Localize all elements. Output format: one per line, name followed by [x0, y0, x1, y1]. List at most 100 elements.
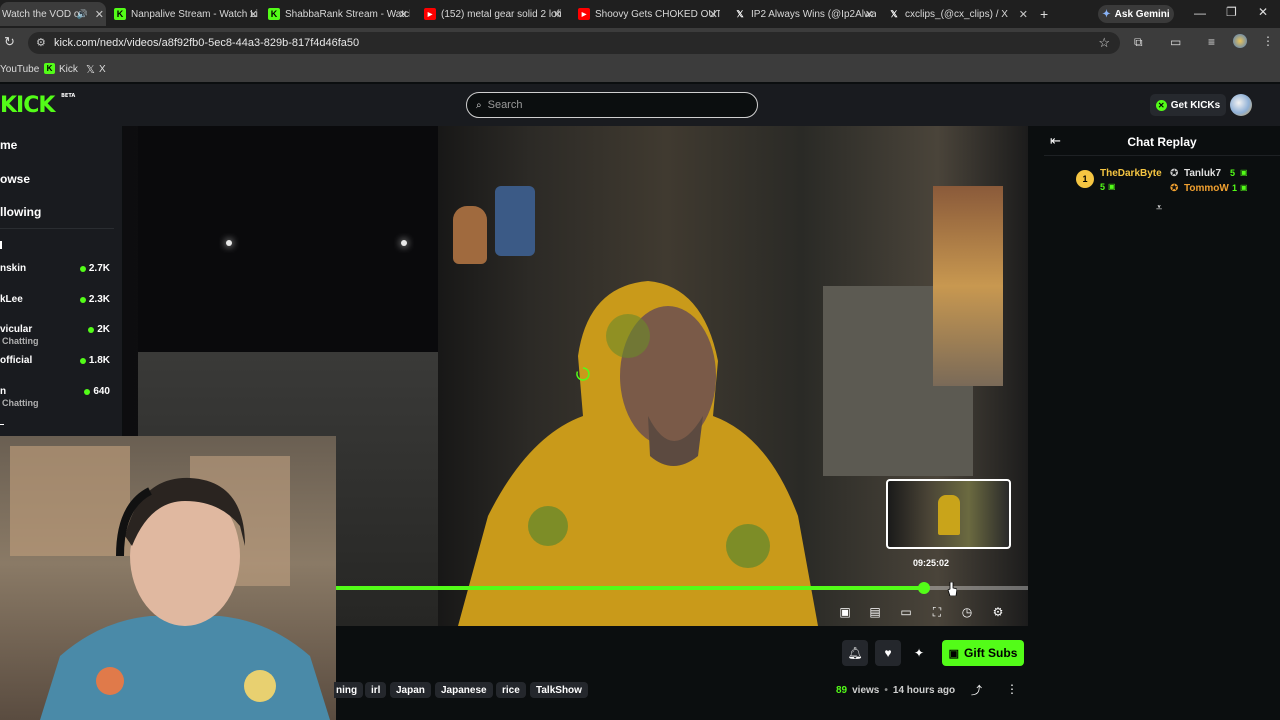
plush-toy [453, 206, 487, 264]
sidebar-item-home[interactable]: me [0, 138, 17, 152]
gift-subs-button[interactable]: ▣ Gift Subs [942, 640, 1024, 666]
views-label: views [852, 684, 880, 696]
media-controls-icon[interactable]: ≡ [1208, 35, 1215, 49]
youtube-favicon-icon: ▶ [578, 8, 590, 20]
expand-leaderboard-icon[interactable]: ⩡ [1156, 202, 1162, 215]
video-meta: 89 views • 14 hours ago [836, 682, 955, 698]
chat-title: Chat Replay [1127, 135, 1197, 149]
live-dot-icon [88, 326, 95, 333]
search-icon: ⌕ [476, 99, 482, 111]
kick-favicon-icon: K [268, 8, 280, 20]
bookmark-star-icon[interactable]: ☆ [1098, 35, 1110, 51]
gift-icon: ▣ [948, 647, 960, 660]
ask-gemini-label: Ask Gemini [1114, 8, 1170, 20]
speed-icon[interactable]: ◷ [959, 604, 975, 620]
minimize-window-icon[interactable]: — [1194, 6, 1206, 20]
heart-icon: ♥ [884, 646, 892, 660]
browser-tab-bar: Watch the VOD o 🔊 ✕ K Nanpalive Stream -… [0, 0, 1280, 28]
browser-tab[interactable]: 𝕏 IP2 Always Wins (@Ip2Alwa ✕ [734, 2, 876, 26]
close-tab-icon[interactable]: ✕ [399, 8, 408, 21]
restore-window-icon[interactable]: ❐ [1226, 5, 1237, 19]
logo-text: KICK [0, 93, 55, 118]
profile-avatar[interactable] [1233, 34, 1247, 48]
site-header: KICK BETA ⌕ Search ✕ Get KICKs [0, 84, 1280, 126]
sparkle-icon: ✦ [914, 646, 925, 660]
search-placeholder: Search [487, 99, 523, 111]
close-window-icon[interactable]: ✕ [1258, 5, 1268, 19]
follow-heart-button[interactable]: ♥ [875, 640, 901, 666]
close-tab-icon[interactable]: ✕ [249, 8, 258, 21]
captions-icon[interactable]: ▭ [898, 604, 914, 620]
reload-icon[interactable]: ↻ [4, 34, 15, 50]
browser-tab[interactable]: 𝕏 cxclips_(@cx_clips) / X ✕ [888, 2, 1030, 26]
chat-header: ⇤ Chat Replay [1044, 126, 1280, 156]
kick-logo[interactable]: KICK BETA [0, 93, 75, 118]
kicks-sparkle-button[interactable]: ✦ [914, 646, 924, 660]
close-tab-icon[interactable]: ✕ [95, 8, 104, 21]
live-dot-icon [79, 265, 86, 272]
tag-chip[interactable]: Japan [390, 682, 431, 698]
notification-bell-button[interactable]: 🔔︎ [842, 640, 868, 666]
extensions-icon[interactable]: ⧉ [1134, 35, 1143, 50]
search-input[interactable]: ⌕ Search [466, 92, 758, 118]
tab-title: IP2 Always Wins (@Ip2Alwa [751, 8, 876, 20]
channel-list-marker [0, 241, 2, 249]
video-age: 14 hours ago [892, 684, 956, 696]
close-tab-icon[interactable]: ✕ [865, 8, 874, 21]
browser-tab[interactable]: ▶ Shoovy Gets CHOKED OUT ✕ [578, 2, 720, 26]
tag-chip[interactable]: Japanese [435, 682, 493, 698]
user-avatar[interactable] [1230, 94, 1252, 116]
share-icon[interactable]: ⤴ [971, 682, 982, 698]
browser-tab[interactable]: Watch the VOD o 🔊 ✕ [0, 2, 106, 26]
gifter-name[interactable]: TheDarkByte [1100, 168, 1162, 179]
fullscreen-icon[interactable]: ⛶ [929, 604, 945, 620]
tab-title: Shoovy Gets CHOKED OUT [595, 8, 720, 20]
more-options-icon[interactable]: ⋮ [1006, 682, 1018, 696]
site-info-icon[interactable]: ⚙ [36, 36, 46, 49]
get-kicks-button[interactable]: ✕ Get KICKs [1150, 94, 1226, 116]
new-tab-button[interactable]: + [1040, 6, 1048, 22]
get-kicks-label: Get KICKs [1170, 99, 1221, 111]
tag-chip[interactable]: TalkShow [530, 682, 588, 698]
close-tab-icon[interactable]: ✕ [1019, 8, 1028, 21]
rank-medal-icon: ✪ [1170, 168, 1179, 179]
preview-figure [938, 495, 960, 535]
chat-replay-panel: ⇤ Chat Replay 1 TheDarkByte 5 ▣ ✪ Tanluk… [1044, 126, 1280, 720]
browser-tab[interactable]: K ShabbaRank Stream - Watch ✕ [268, 2, 410, 26]
settings-icon[interactable]: ⚙ [990, 604, 1006, 620]
tag-chip[interactable]: rice [496, 682, 526, 698]
loading-spinner-icon [576, 367, 590, 381]
seek-preview-time: 09:25:02 [913, 558, 950, 568]
bookmark-kick[interactable]: Kick [59, 64, 78, 75]
rank-medal-icon: ✪ [1170, 183, 1179, 194]
gifter-name[interactable]: TommoW [1184, 183, 1229, 194]
theater-icon[interactable]: ▤ [867, 604, 883, 620]
mouse-cursor-icon [947, 582, 957, 596]
kicks-coin-icon: ✕ [1155, 99, 1167, 111]
ask-gemini-button[interactable]: ✦ Ask Gemini [1098, 5, 1174, 23]
bookmarks-bar: YouTube K Kick 𝕏 X [0, 58, 1280, 82]
progress-bar[interactable] [335, 582, 1028, 594]
beta-badge: BETA [61, 93, 76, 99]
bookmark-x[interactable]: X [99, 64, 106, 75]
channel-name: n [0, 386, 7, 397]
close-tab-icon[interactable]: ✕ [709, 8, 718, 21]
channel-name: kLee [0, 294, 23, 305]
browser-tab[interactable]: ▶ (152) metal gear solid 2 lofi s ✕ [424, 2, 564, 26]
tag-chip[interactable]: irl [365, 682, 387, 698]
tab-title: cxclips_(@cx_clips) / X [905, 8, 1008, 20]
tab-search-icon[interactable]: ▭ [1170, 35, 1181, 49]
chrome-menu-icon[interactable]: ⋮ [1262, 34, 1274, 48]
sidebar-item-browse[interactable]: owse [0, 172, 30, 186]
gifter-name[interactable]: Tanluk7 [1184, 168, 1221, 179]
sidebar-item-following[interactable]: llowing [0, 205, 41, 219]
tag-chip[interactable]: ning [334, 682, 364, 698]
bookmark-youtube[interactable]: YouTube [0, 64, 39, 75]
url-bar[interactable]: ⚙ kick.com/nedx/videos/a8f92fb0-5ec8-44a… [28, 32, 1120, 54]
speaker-icon[interactable]: 🔊 [77, 9, 88, 20]
miniplayer-icon[interactable]: ▣ [837, 604, 853, 620]
progress-scrubber-handle[interactable] [918, 582, 931, 594]
webcam-person [40, 477, 330, 720]
browser-tab[interactable]: K Nanpalive Stream - Watch Li ✕ [114, 2, 260, 26]
close-tab-icon[interactable]: ✕ [553, 8, 562, 21]
